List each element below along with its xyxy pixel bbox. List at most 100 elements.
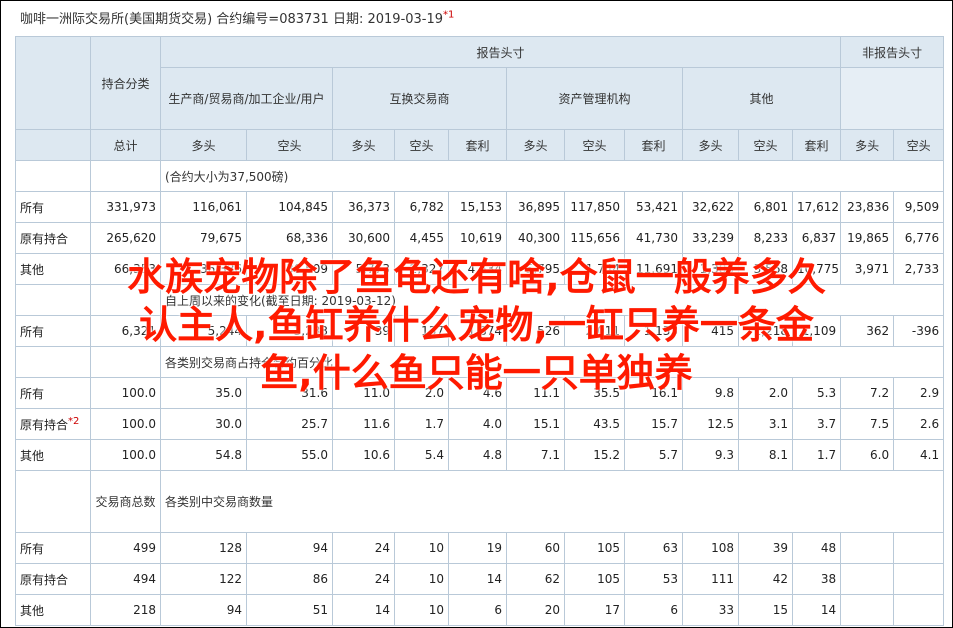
traders-cell — [893, 532, 945, 564]
percent-cell: 4.1 — [893, 439, 945, 471]
traders-cell: 6 — [624, 594, 683, 626]
percent-cell: 15.2 — [564, 439, 625, 471]
percent-cell: 3.7 — [791, 408, 842, 440]
footnote-mark: *1 — [443, 9, 455, 21]
traders-section-row: 交易商总数 各类别中交易商数量 — [15, 470, 945, 533]
total-header: 总计 — [90, 129, 161, 161]
contract-code: 合约编号=083731 — [216, 12, 329, 27]
percent-cell: 7.5 — [840, 408, 895, 440]
traders-cell: 108 — [682, 532, 739, 564]
percent-cell: 10.6 — [332, 439, 395, 471]
traders-cell: 15 — [738, 594, 793, 626]
table-row: 所有 331,973 116,061 104,845 36,373 6,782 15,153… — [15, 191, 945, 223]
other-header: 其他 — [681, 67, 842, 130]
position-cell: 53,421 — [624, 191, 683, 223]
row-label: 原有持合*2 — [15, 408, 91, 440]
managed-spread-header: 套利 — [624, 129, 683, 161]
position-cell: 6,776 — [893, 222, 945, 254]
managed-header: 资产管理机构 — [506, 67, 683, 130]
traders-cell — [840, 594, 895, 626]
position-cell: 17,612 — [791, 191, 842, 223]
swap-long-header: 多头 — [332, 129, 395, 161]
position-cell: 8,233 — [738, 222, 793, 254]
nonreportable-blank — [840, 67, 945, 130]
row-label-text: 所有 — [20, 541, 45, 556]
position-cell: 6,837 — [791, 222, 842, 254]
row-label-text: 其他 — [20, 603, 45, 618]
percent-cell: 4.0 — [448, 408, 507, 440]
traders-cell — [893, 594, 945, 626]
table-row: 其他 218 94 51 14 10 6 20 17 6 33 15 14 — [15, 594, 945, 626]
traders-cell: 14 — [332, 594, 395, 626]
row-label-text: 其他 — [20, 448, 45, 463]
traders-cell: 218 — [90, 594, 161, 626]
row-label-text: 原有持合 — [20, 231, 69, 246]
overlay-line-1: 水族宠物除了鱼龟还有啥,仓鼠一般养多久 — [127, 255, 826, 299]
percent-cell: 11.6 — [332, 408, 395, 440]
traders-cell: 42 — [738, 563, 793, 595]
row-label: 所有 — [15, 532, 91, 564]
traders-cell: 10 — [394, 563, 449, 595]
percent-cell: 5.4 — [394, 439, 449, 471]
table-row: 原有持合 494 122 86 24 10 14 62 105 53 111 42 38 — [15, 563, 945, 595]
traders-cell: 62 — [506, 563, 565, 595]
corner-cell — [15, 36, 91, 130]
table-row: 其他 100.0 54.8 55.0 10.6 5.4 4.8 7.1 15.2 5.7 9.3 8.… — [15, 439, 945, 471]
position-cell: 33,239 — [682, 222, 739, 254]
position-cell: 9,509 — [893, 191, 945, 223]
market-name: 咖啡一洲际交易所(美国期货交易) — [20, 12, 213, 27]
position-cell: 36,895 — [506, 191, 565, 223]
traders-cell: 48 — [791, 532, 842, 564]
position-cell: 265,620 — [90, 222, 161, 254]
position-cell: 6,782 — [394, 191, 449, 223]
percent-cell: 100.0 — [90, 408, 161, 440]
percent-cell: 1.7 — [394, 408, 449, 440]
percent-cell: 15.1 — [506, 408, 565, 440]
position-cell: 6,801 — [738, 191, 793, 223]
traders-cell: 499 — [90, 532, 161, 564]
percent-cell: 9.3 — [682, 439, 739, 471]
traders-cell: 10 — [394, 532, 449, 564]
position-cell: 116,061 — [160, 191, 247, 223]
traders-cell: 53 — [624, 563, 683, 595]
other-short-header: 空头 — [738, 129, 793, 161]
row-label: 原有持合 — [15, 563, 91, 595]
reportable-header: 报告头寸 — [159, 36, 842, 68]
other-spread-header: 套利 — [791, 129, 842, 161]
percent-cell: 4.8 — [448, 439, 507, 471]
swap-spread-header: 套利 — [448, 129, 507, 161]
traders-cell: 24 — [332, 563, 395, 595]
position-cell: 68,336 — [246, 222, 333, 254]
traders-cell: 111 — [682, 563, 739, 595]
traders-cell: 63 — [624, 532, 683, 564]
traders-cell: 33 — [682, 594, 739, 626]
position-cell: 40,300 — [506, 222, 565, 254]
position-cell: 104,845 — [246, 191, 333, 223]
percent-cell: 8.1 — [738, 439, 793, 471]
row-label-text: 原有持合 — [20, 572, 69, 587]
position-cell: 115,656 — [564, 222, 625, 254]
position-cell: 117,850 — [564, 191, 625, 223]
nonrep-short-header: 空头 — [893, 129, 945, 161]
managed-short-header: 空头 — [564, 129, 625, 161]
report-date: 日期: 2019-03-19 — [332, 12, 444, 27]
traders-cell: 6 — [448, 594, 507, 626]
traders-cell: 105 — [564, 532, 625, 564]
other-long-header: 多头 — [682, 129, 739, 161]
position-cell: 4,455 — [394, 222, 449, 254]
table-row: 所有 499 128 94 24 10 19 60 105 63 108 39 48 — [15, 532, 945, 564]
position-cell: 23,836 — [840, 191, 895, 223]
swap-short-header: 空头 — [394, 129, 449, 161]
position-cell: 331,973 — [90, 191, 161, 223]
traders-cell: 20 — [506, 594, 565, 626]
position-cell: 41,730 — [624, 222, 683, 254]
percent-cell: 25.7 — [246, 408, 333, 440]
section-spacer — [15, 160, 91, 192]
overlay-line-3: 鱼,什么鱼只能一只单独养 — [260, 351, 693, 395]
report-header: 咖啡一洲际交易所(美国期货交易) 合约编号=083731 日期: 2019-03… — [20, 8, 454, 27]
position-cell: 32,622 — [682, 191, 739, 223]
traders-cell: 494 — [90, 563, 161, 595]
nonrep-long-header: 多头 — [840, 129, 895, 161]
traders-cell: 60 — [506, 532, 565, 564]
traders-cell: 94 — [246, 532, 333, 564]
